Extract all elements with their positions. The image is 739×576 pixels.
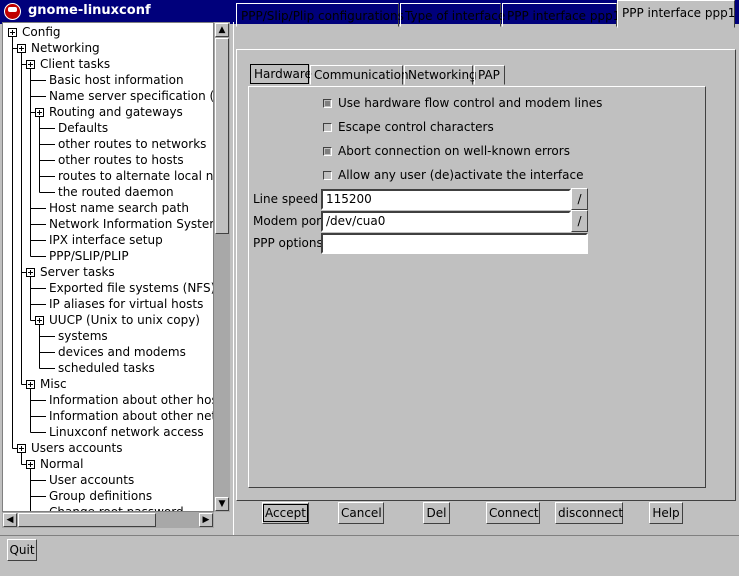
tree-item[interactable]: Name server specification ( [49, 88, 213, 104]
tab-communication[interactable]: Communication [310, 65, 409, 85]
redhat-app-icon[interactable] [4, 3, 21, 20]
delete-button-label: Del [426, 506, 447, 520]
connect-button-label: Connect [489, 506, 539, 520]
tree-item[interactable]: Basic host information [49, 72, 184, 88]
help-button-label: Help [652, 506, 680, 520]
tab-hardware[interactable]: Hardware [250, 64, 312, 84]
tree-vertical-scrollbar[interactable]: ▲ ▼ [214, 22, 230, 512]
tree-horizontal-scrollbar[interactable]: ◀ ▶ [2, 512, 214, 528]
scroll-down-arrow-icon[interactable]: ▼ [215, 497, 229, 511]
window-title: gnome-linuxconf [28, 3, 151, 18]
tree-item[interactable]: Users accounts [31, 440, 122, 456]
tree-item[interactable]: other routes to hosts [58, 152, 184, 168]
tree-item[interactable]: Network Information System [49, 216, 213, 232]
tree-item[interactable]: systems [58, 328, 108, 344]
line-speed-input[interactable]: 115200 [321, 189, 571, 210]
tree-expander-icon[interactable] [17, 444, 26, 453]
tree-item[interactable]: Client tasks [40, 56, 110, 72]
tree-item[interactable]: Group definitions [49, 488, 152, 504]
tree-expander-icon[interactable] [26, 380, 35, 389]
cancel-button-label: Cancel [341, 506, 382, 520]
tree-item[interactable]: IP aliases for virtual hosts [49, 296, 203, 312]
tree-item[interactable]: User accounts [49, 472, 134, 488]
tree-item[interactable]: IPX interface setup [49, 232, 163, 248]
option-label: Allow any user (de)activate the interfac… [338, 168, 584, 182]
tree-expander-icon[interactable] [8, 28, 17, 37]
tree-item[interactable]: Normal [40, 456, 83, 472]
tab-ppp-interface-ppp1-active[interactable]: PPP interface ppp1 [617, 0, 735, 28]
tree-item[interactable]: Exported file systems (NFS) [49, 280, 213, 296]
option-label: Use hardware flow control and modem line… [338, 96, 603, 110]
tree-item[interactable]: Misc [40, 376, 67, 392]
tree-expander-icon[interactable] [35, 108, 44, 117]
tab-networking[interactable]: Networking [404, 65, 477, 85]
checkbox[interactable] [323, 171, 332, 180]
bottom-bar [0, 535, 739, 576]
scroll-up-arrow-icon[interactable]: ▲ [215, 23, 229, 37]
tree-expander-icon[interactable] [17, 44, 26, 53]
delete-button[interactable]: Del [423, 502, 450, 524]
horizontal-scroll-thumb[interactable] [18, 513, 156, 527]
checkbox[interactable] [323, 99, 332, 108]
option-label: Escape control characters [338, 120, 494, 134]
disconnect-button[interactable]: disconnect [555, 502, 623, 524]
disconnect-button-label: disconnect [558, 506, 624, 520]
modem-port-input[interactable]: /dev/cua0 [321, 211, 571, 232]
tree-item[interactable]: Networking [31, 40, 100, 56]
line-speed-picker-button[interactable]: / [571, 188, 588, 210]
tree-item[interactable]: devices and modems [58, 344, 186, 360]
config-tree[interactable]: Config Networking Client tasks Basic host i… [2, 22, 214, 512]
tab-type-of-interface[interactable]: Type of interface [400, 3, 505, 27]
tree-item[interactable]: Information about other netw [49, 408, 213, 424]
tree-item[interactable]: other routes to networks [58, 136, 206, 152]
tree-item[interactable]: Host name search path [49, 200, 189, 216]
tab-ppp-configurations[interactable]: PPP/Slip/Plip configurations [236, 3, 404, 27]
tree-item[interactable]: Linuxconf network access [49, 424, 204, 440]
connect-button[interactable]: Connect [486, 502, 540, 524]
tree-expander-icon[interactable] [26, 60, 35, 69]
tree-item[interactable]: the routed daemon [58, 184, 174, 200]
tree-expander-icon[interactable] [26, 268, 35, 277]
tree-item[interactable]: scheduled tasks [58, 360, 155, 376]
tree-item[interactable]: routes to alternate local ne [58, 168, 213, 184]
tree-expander-icon[interactable] [26, 460, 35, 469]
line-speed-label: Line speed [253, 192, 319, 206]
scroll-left-arrow-icon[interactable]: ◀ [3, 513, 17, 527]
cancel-button[interactable]: Cancel [338, 502, 384, 524]
tab-pap[interactable]: PAP [474, 65, 505, 85]
scroll-right-arrow-icon[interactable]: ▶ [199, 513, 213, 527]
tree-item[interactable]: Config [22, 24, 61, 40]
tab-ppp-interface-ppp1[interactable]: PPP interface ppp1 [502, 3, 620, 27]
tree-item[interactable]: Information about other host [49, 392, 213, 408]
tree-item[interactable]: Routing and gateways [49, 104, 183, 120]
accept-button[interactable]: Accept [262, 502, 309, 524]
checkbox[interactable] [323, 147, 332, 156]
tree-item[interactable]: Change root password [49, 504, 184, 511]
modem-port-label: Modem port [253, 214, 326, 228]
option-label: Abort connection on well-known errors [338, 144, 570, 158]
ppp-options-label: PPP options [253, 236, 323, 250]
vertical-scroll-thumb[interactable] [215, 38, 229, 234]
tree-item[interactable]: PPP/SLIP/PLIP [49, 248, 129, 264]
tree-item[interactable]: Server tasks [40, 264, 115, 280]
tree-item[interactable]: UUCP (Unix to unix copy) [49, 312, 200, 328]
tree-expander-icon[interactable] [35, 316, 44, 325]
help-button[interactable]: Help [649, 502, 683, 524]
accept-button-label: Accept [263, 504, 308, 522]
tree-item[interactable]: Defaults [58, 120, 108, 136]
modem-port-picker-button[interactable]: / [571, 210, 588, 232]
quit-button[interactable]: Quit [7, 539, 37, 561]
checkbox[interactable] [323, 123, 332, 132]
ppp-options-input[interactable] [321, 233, 588, 254]
